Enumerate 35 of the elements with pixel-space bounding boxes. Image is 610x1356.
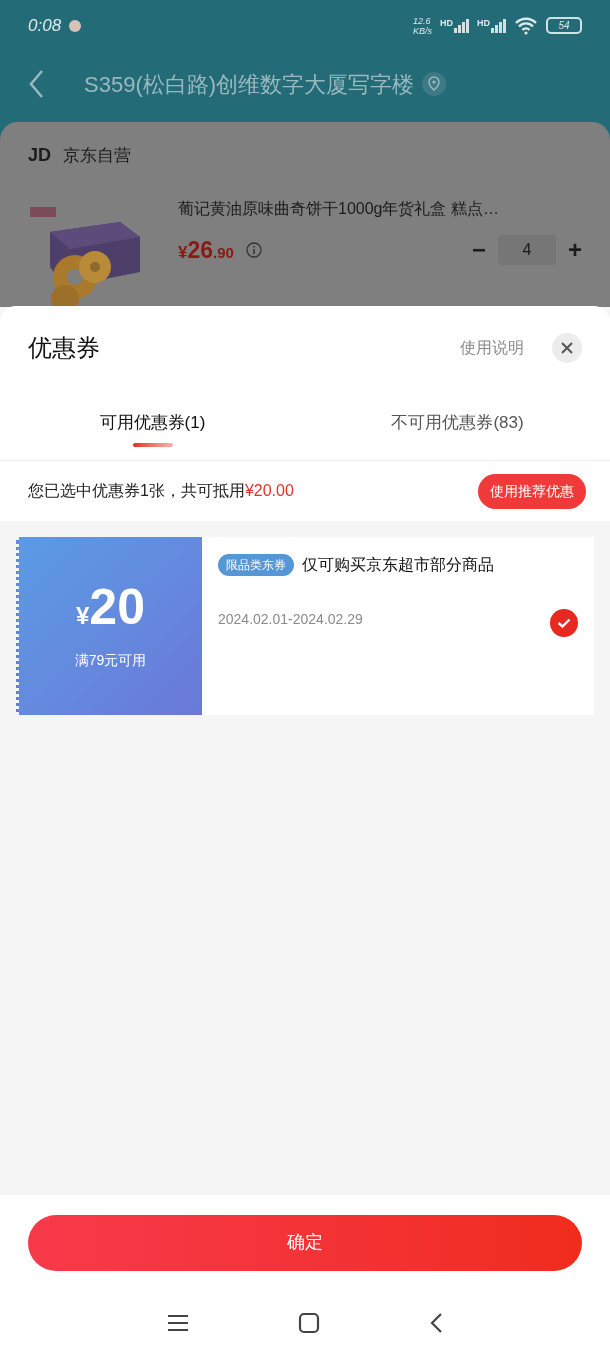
address-title: S359(松白路)创维数字大厦写字楼 [84,70,415,99]
close-icon [561,341,573,354]
battery-icon: 54 [546,17,582,35]
coupon-tab[interactable]: 可用优惠券(1) [99,409,206,436]
coupon-description: 仅可购买京东超市部分商品 [302,555,494,575]
store-logo: JD [28,144,51,167]
recommend-button[interactable]: 使用推荐优惠 [478,473,586,509]
location-icon[interactable] [422,72,447,97]
store-name: 京东自营 [63,144,131,167]
clock: 0:08 [28,15,62,37]
selected-check-icon[interactable] [550,609,578,637]
notification-icon [69,19,82,32]
menu-icon[interactable] [166,1313,189,1333]
home-icon[interactable] [298,1312,320,1334]
decrease-button[interactable]: − [471,238,486,263]
wifi-icon [514,16,538,35]
confirm-button[interactable]: 确定 [28,1214,582,1271]
coupon-date: 2024.02.01-2024.02.29 [218,610,363,629]
coupon-card[interactable]: ¥20 满79元可用 限品类东券 仅可购买京东超市部分商品 2024.02.01-2024.02.29 [16,537,594,715]
product-title: 葡记黄油原味曲奇饼干1000g年货礼盒 糕点… [178,199,500,219]
coupon-tab[interactable]: 不可用优惠券(83) [391,409,524,436]
coupon-condition: 满79元可用 [74,650,147,670]
quantity-field[interactable]: 4 [498,235,556,266]
tab-indicator [132,443,173,448]
product-price: ¥26.90 [178,236,234,265]
back-icon[interactable] [429,1312,444,1334]
sheet-title: 优惠券 [28,332,100,363]
selection-summary: 您已选中优惠券1张，共可抵用¥20.00 [28,481,294,501]
help-link[interactable]: 使用说明 [460,335,524,360]
coupon-tag: 限品类东券 [218,554,294,576]
coupon-amount: ¥20 [76,581,145,634]
close-button[interactable] [552,332,582,363]
network-speed: 12.6 KB/s [413,15,432,36]
increase-button[interactable]: + [568,238,582,263]
info-icon[interactable] [245,242,262,259]
